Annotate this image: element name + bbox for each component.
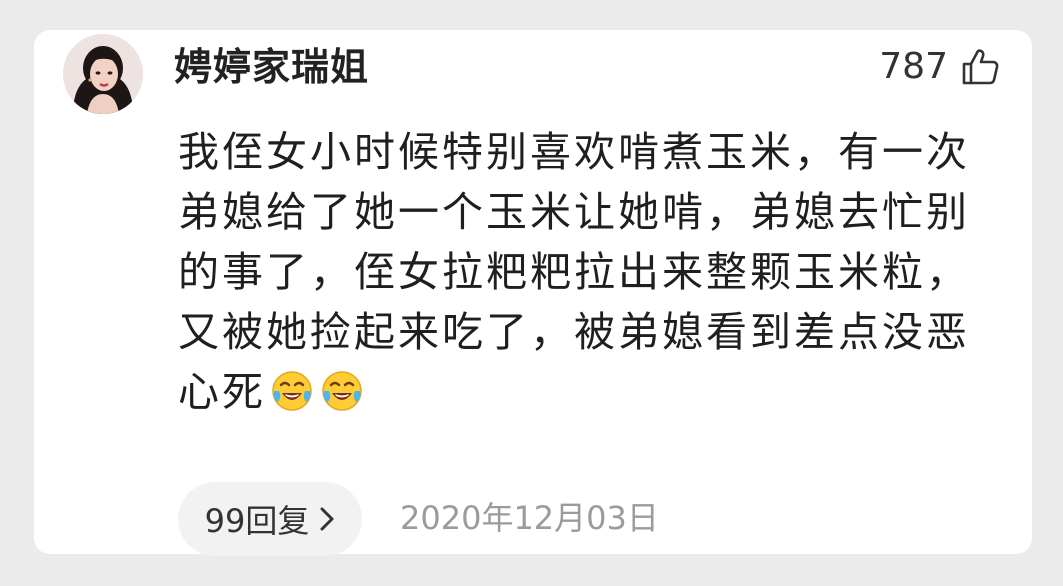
thumbs-up-icon[interactable] [960,47,1000,87]
avatar[interactable] [63,34,143,114]
comment-date: 2020年12月03日 [400,499,659,537]
username[interactable]: 娉婷家瑞姐 [174,42,369,92]
comment-line: 心死 [178,368,266,416]
comment-line: 又被她捡起来吃了，被弟媳看到差点没恶 [178,308,970,356]
emoji-group [270,369,364,413]
replies-button[interactable]: 99回复 [178,482,362,556]
comment-line: 的事了，侄女拉粑粑拉出来整颗玉米粒， [178,248,970,296]
comment-last-line: 心死 [178,362,1008,422]
laughing-crying-emoji-icon [322,371,362,411]
comment-text: 我侄女小时候特别喜欢啃煮玉米，有一次 弟媳给了她一个玉米让她啃，弟媳去忙别 的事… [178,122,1008,422]
comment-line: 我侄女小时候特别喜欢啃煮玉米，有一次 [178,128,970,176]
replies-label: 99回复 [204,502,310,540]
screenshot-frame: 娉婷家瑞姐 787 我侄女小时候特别喜欢啃煮玉米，有一次 弟媳给了她一个玉米让她… [0,0,1063,586]
like-count: 787 [879,46,948,87]
comment-line: 弟媳给了她一个玉米让她啃，弟媳去忙别 [178,188,970,236]
comment-card: 娉婷家瑞姐 787 我侄女小时候特别喜欢啃煮玉米，有一次 弟媳给了她一个玉米让她… [34,30,1032,556]
avatar-image [63,34,143,114]
laughing-crying-emoji-icon [272,371,312,411]
like-area[interactable]: 787 [879,42,1000,92]
chevron-right-icon [320,507,334,531]
